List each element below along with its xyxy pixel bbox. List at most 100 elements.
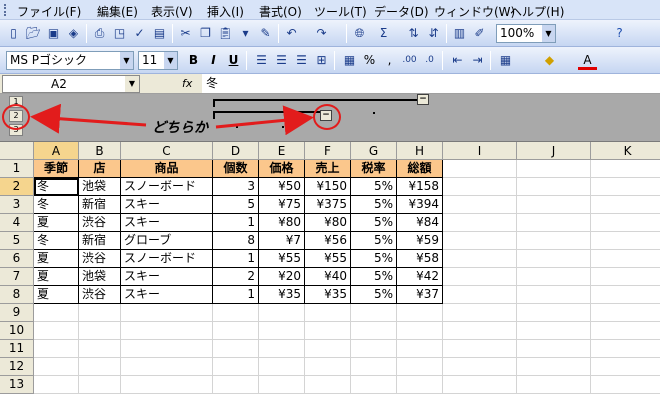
data-cell[interactable]: 夏 (34, 250, 79, 268)
data-cell[interactable]: 2 (213, 268, 259, 286)
empty-cell[interactable] (305, 340, 351, 358)
data-cell[interactable]: 1 (213, 250, 259, 268)
empty-cell[interactable] (121, 340, 213, 358)
header-cell[interactable]: 店 (79, 160, 121, 178)
empty-cell[interactable] (213, 322, 259, 340)
empty-cell[interactable] (591, 322, 660, 340)
empty-cell[interactable] (443, 268, 517, 286)
data-cell[interactable]: ¥35 (305, 286, 351, 304)
column-header-b[interactable]: B (79, 142, 121, 160)
empty-cell[interactable] (79, 304, 121, 322)
empty-cell[interactable] (34, 322, 79, 340)
row-header-10[interactable]: 10 (0, 322, 34, 340)
data-cell[interactable]: ¥55 (259, 250, 305, 268)
empty-cell[interactable] (397, 322, 443, 340)
empty-cell[interactable] (591, 250, 660, 268)
data-cell[interactable]: 渋谷 (79, 250, 121, 268)
data-cell[interactable]: ¥7 (259, 232, 305, 250)
empty-cell[interactable] (517, 286, 591, 304)
empty-cell[interactable] (213, 340, 259, 358)
data-cell[interactable]: 渋谷 (79, 214, 121, 232)
empty-cell[interactable] (443, 178, 517, 196)
empty-cell[interactable] (259, 304, 305, 322)
empty-cell[interactable] (121, 304, 213, 322)
empty-cell[interactable] (443, 340, 517, 358)
data-cell[interactable]: 1 (213, 214, 259, 232)
data-cell[interactable]: 池袋 (79, 178, 121, 196)
empty-cell[interactable] (259, 340, 305, 358)
data-cell[interactable]: 5 (213, 196, 259, 214)
row-header-6[interactable]: 6 (0, 250, 34, 268)
empty-cell[interactable] (517, 376, 591, 394)
data-cell[interactable]: ¥375 (305, 196, 351, 214)
data-cell[interactable]: グローブ (121, 232, 213, 250)
row-header-1[interactable]: 1 (0, 160, 34, 178)
empty-cell[interactable] (517, 340, 591, 358)
empty-cell[interactable] (351, 376, 397, 394)
data-cell[interactable]: ¥58 (397, 250, 443, 268)
empty-cell[interactable] (397, 358, 443, 376)
row-header-2[interactable]: 2 (0, 178, 34, 196)
empty-cell[interactable] (351, 304, 397, 322)
empty-cell[interactable] (259, 376, 305, 394)
empty-cell[interactable] (397, 304, 443, 322)
empty-cell[interactable] (591, 178, 660, 196)
column-header-i[interactable]: I (443, 142, 517, 160)
data-cell[interactable]: 1 (213, 286, 259, 304)
data-cell[interactable]: ¥80 (305, 214, 351, 232)
empty-cell[interactable] (213, 358, 259, 376)
empty-cell[interactable] (34, 304, 79, 322)
data-cell[interactable]: 池袋 (79, 268, 121, 286)
data-cell[interactable]: 夏 (34, 286, 79, 304)
column-header-d[interactable]: D (213, 142, 259, 160)
column-header-e[interactable]: E (259, 142, 305, 160)
row-header-11[interactable]: 11 (0, 340, 34, 358)
data-cell[interactable]: 渋谷 (79, 286, 121, 304)
empty-cell[interactable] (517, 160, 591, 178)
empty-cell[interactable] (79, 322, 121, 340)
empty-cell[interactable] (517, 232, 591, 250)
empty-cell[interactable] (517, 214, 591, 232)
data-cell[interactable]: ¥42 (397, 268, 443, 286)
data-cell[interactable]: 5% (351, 232, 397, 250)
empty-cell[interactable] (259, 358, 305, 376)
empty-cell[interactable] (517, 196, 591, 214)
empty-cell[interactable] (443, 358, 517, 376)
empty-cell[interactable] (443, 376, 517, 394)
empty-cell[interactable] (259, 322, 305, 340)
data-cell[interactable]: ¥59 (397, 232, 443, 250)
data-cell[interactable]: 3 (213, 178, 259, 196)
column-header-j[interactable]: J (517, 142, 591, 160)
data-cell[interactable]: 冬 (34, 232, 79, 250)
empty-cell[interactable] (121, 322, 213, 340)
empty-cell[interactable] (443, 196, 517, 214)
row-header-4[interactable]: 4 (0, 214, 34, 232)
empty-cell[interactable] (305, 376, 351, 394)
data-cell[interactable]: 夏 (34, 268, 79, 286)
data-cell[interactable]: 5% (351, 250, 397, 268)
data-cell[interactable]: 夏 (34, 214, 79, 232)
data-cell[interactable]: ¥50 (259, 178, 305, 196)
row-header-3[interactable]: 3 (0, 196, 34, 214)
empty-cell[interactable] (79, 340, 121, 358)
row-header-12[interactable]: 12 (0, 358, 34, 376)
empty-cell[interactable] (34, 376, 79, 394)
data-cell[interactable]: ¥84 (397, 214, 443, 232)
empty-cell[interactable] (443, 286, 517, 304)
empty-cell[interactable] (591, 268, 660, 286)
empty-cell[interactable] (34, 358, 79, 376)
empty-cell[interactable] (591, 196, 660, 214)
empty-cell[interactable] (305, 358, 351, 376)
data-cell[interactable]: ¥40 (305, 268, 351, 286)
empty-cell[interactable] (34, 340, 79, 358)
empty-cell[interactable] (443, 232, 517, 250)
data-cell[interactable]: ¥37 (397, 286, 443, 304)
column-header-f[interactable]: F (305, 142, 351, 160)
header-cell[interactable]: 季節 (34, 160, 79, 178)
empty-cell[interactable] (397, 376, 443, 394)
column-header-k[interactable]: K (591, 142, 660, 160)
empty-cell[interactable] (443, 160, 517, 178)
row-header-5[interactable]: 5 (0, 232, 34, 250)
empty-cell[interactable] (121, 376, 213, 394)
column-header-h[interactable]: H (397, 142, 443, 160)
